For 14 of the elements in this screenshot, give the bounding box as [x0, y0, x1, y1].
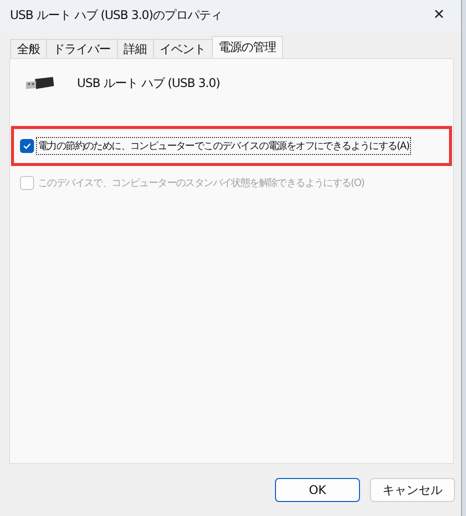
tab[interactable]: 電源の管理 [212, 36, 283, 58]
cancel-button[interactable]: キャンセル [370, 478, 455, 502]
tab[interactable]: 全般 [10, 39, 47, 58]
ok-button[interactable]: OK [275, 478, 360, 502]
usb-plug-icon [25, 76, 55, 90]
device-name: USB ルート ハブ (USB 3.0) [77, 75, 220, 92]
window-title: USB ルート ハブ (USB 3.0)のプロパティ [10, 6, 222, 24]
checkbox[interactable] [20, 139, 34, 153]
tab[interactable]: ドライバー [46, 39, 118, 58]
checkmark-icon [22, 141, 32, 151]
tab[interactable]: イベント [152, 39, 212, 58]
checkbox-label[interactable]: 電力の節約のために、コンピューターでこのデバイスの電源をオフにできるようにする(A) [36, 137, 412, 155]
tab[interactable]: 詳細 [116, 39, 154, 58]
close-button[interactable]: ✕ [417, 0, 461, 30]
